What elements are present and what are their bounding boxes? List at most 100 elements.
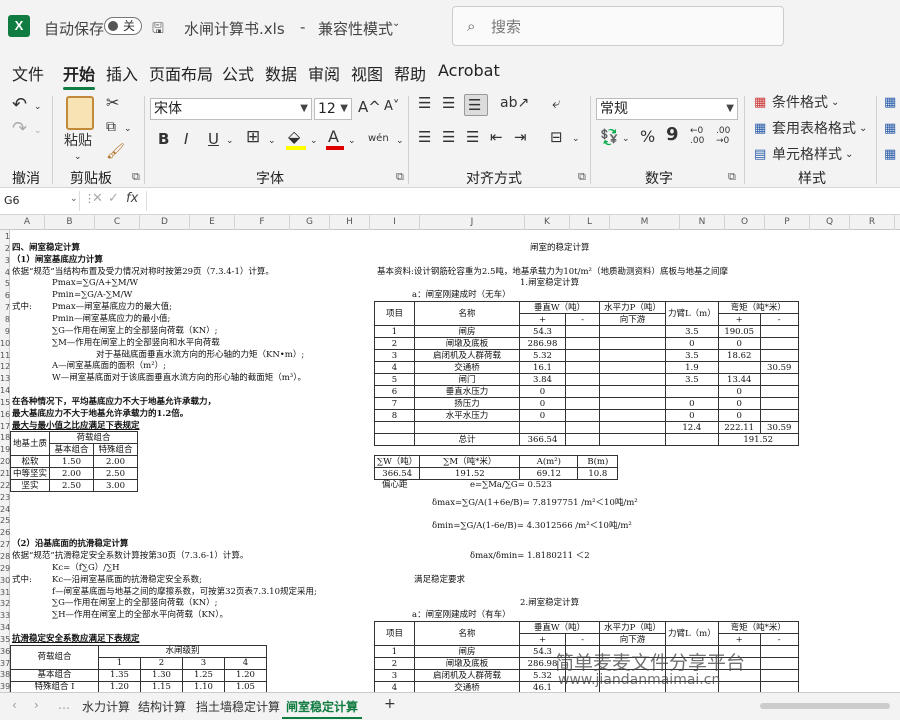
table-cell[interactable] xyxy=(759,681,799,692)
chevron-down-icon[interactable]: ⌄ xyxy=(845,146,853,164)
table-cell[interactable]: 1.30 xyxy=(140,668,183,682)
row-header-4[interactable]: 4 xyxy=(0,267,10,279)
table-header[interactable]: 垂直W（吨） xyxy=(519,621,600,635)
name-box[interactable]: G6 xyxy=(0,191,80,211)
row-header-29[interactable]: 29 xyxy=(0,563,10,575)
table-cell[interactable]: 启闭机及人群荷载 xyxy=(414,669,520,683)
table-cell[interactable]: 0 xyxy=(717,337,761,351)
currency-dropdown-icon[interactable]: ⌄ xyxy=(622,130,630,148)
table-cell[interactable]: 1.05 xyxy=(224,680,267,692)
table-cell[interactable]: 0 xyxy=(665,409,719,423)
table-header[interactable]: 名称 xyxy=(414,621,520,647)
add-sheet-button[interactable]: + xyxy=(384,696,396,712)
table-cell[interactable] xyxy=(565,373,600,387)
chevron-down-icon[interactable]: ⌄ xyxy=(831,94,839,112)
table-cell[interactable] xyxy=(759,409,799,423)
tab-view[interactable]: 视图 xyxy=(351,61,383,85)
table-cell[interactable]: 3 xyxy=(374,349,415,363)
save-icon[interactable]: 🖫 xyxy=(152,18,164,42)
table-cell[interactable]: 1.50 xyxy=(49,455,95,469)
table-cell[interactable]: 1.25 xyxy=(182,668,225,682)
table-header[interactable]: + xyxy=(717,633,761,647)
table-cell[interactable]: 69.12 xyxy=(519,467,579,481)
table-header[interactable]: - xyxy=(565,633,600,647)
table-cell[interactable]: 3.5 xyxy=(665,349,719,363)
column-header-J[interactable]: J xyxy=(420,215,525,230)
row-header-30[interactable]: 30 xyxy=(0,575,10,587)
table-cell[interactable]: 30.59 xyxy=(759,361,799,375)
table-cell[interactable] xyxy=(665,433,719,447)
column-header-L[interactable]: L xyxy=(570,215,610,230)
tab-next-icon[interactable]: › xyxy=(34,698,39,712)
column-header-M[interactable]: M xyxy=(610,215,680,230)
table-cell[interactable]: 6 xyxy=(374,385,415,399)
table-cell[interactable]: 8 xyxy=(374,409,415,423)
table-cell[interactable] xyxy=(599,421,666,435)
table-cell[interactable] xyxy=(599,433,666,447)
table-cell[interactable]: 1.35 xyxy=(98,668,141,682)
column-header-G[interactable]: G xyxy=(290,215,330,230)
decrease-indent-icon[interactable]: ⇤ xyxy=(490,128,503,146)
cell-styles-button[interactable]: 单元格样式 xyxy=(772,146,842,164)
table-cell[interactable] xyxy=(565,421,600,435)
table-cell[interactable] xyxy=(717,681,761,692)
row-header-2[interactable]: 2 xyxy=(0,243,10,255)
borders-dropdown-icon[interactable]: ⌄ xyxy=(268,132,276,150)
table-cell[interactable]: 7 xyxy=(374,397,415,411)
table-header[interactable]: 水闸级别 xyxy=(98,644,267,658)
table-cell[interactable]: 松软 xyxy=(9,455,51,469)
row-header-34[interactable]: 34 xyxy=(0,622,10,634)
table-cell[interactable]: 4 xyxy=(374,361,415,375)
table-cell[interactable] xyxy=(599,361,666,375)
align-left-icon[interactable]: ☰ xyxy=(418,128,431,146)
row-header-22[interactable]: 22 xyxy=(0,480,10,492)
row-header-6[interactable]: 6 xyxy=(0,290,10,302)
table-cell[interactable]: 3.00 xyxy=(93,479,139,493)
column-header-K[interactable]: K xyxy=(525,215,570,230)
row-header-9[interactable]: 9 xyxy=(0,326,10,338)
table-header[interactable]: 特殊组合 xyxy=(93,443,139,457)
row-header-1[interactable]: 1 xyxy=(0,231,10,243)
table-cell[interactable] xyxy=(759,349,799,363)
table-cell[interactable]: 交通桥 xyxy=(414,681,520,692)
table-cell[interactable]: 垂直水压力 xyxy=(414,385,520,399)
formula-input[interactable] xyxy=(146,191,900,211)
format-as-table-button[interactable]: 套用表格格式 xyxy=(772,120,856,138)
table-cell[interactable]: 闸墩及底板 xyxy=(414,337,520,351)
table-cell[interactable] xyxy=(414,421,520,435)
table-header[interactable]: 项目 xyxy=(374,621,415,647)
table-header[interactable]: 荷载组合 xyxy=(49,431,139,445)
table-cell[interactable]: 特殊组合 Ⅰ xyxy=(10,680,99,692)
table-cell[interactable] xyxy=(599,349,666,363)
sheet-tab-hydraulic[interactable]: 水力计算 xyxy=(82,698,130,715)
table-cell[interactable]: 2.00 xyxy=(93,455,139,469)
row-header-3[interactable]: 3 xyxy=(0,255,10,267)
table-cell[interactable] xyxy=(374,421,415,435)
row-header-20[interactable]: 20 xyxy=(0,456,10,468)
align-middle-icon[interactable]: ☰ xyxy=(442,94,455,112)
table-cell[interactable]: 水平水压力 xyxy=(414,409,520,423)
row-header-8[interactable]: 8 xyxy=(0,314,10,326)
table-header[interactable]: A(m²) xyxy=(519,455,579,469)
merge-center-icon[interactable]: ⊟ xyxy=(550,128,563,146)
table-header[interactable]: 垂直W（吨） xyxy=(519,301,600,315)
table-cell[interactable]: 扬压力 xyxy=(414,397,520,411)
column-header-R[interactable]: R xyxy=(850,215,895,230)
table-header[interactable]: 地基土质 xyxy=(9,431,51,457)
column-header-I[interactable]: I xyxy=(370,215,420,230)
row-header-7[interactable]: 7 xyxy=(0,302,10,314)
align-center-icon[interactable]: ☰ xyxy=(442,128,455,146)
table-cell[interactable] xyxy=(599,373,666,387)
italic-button[interactable]: I xyxy=(184,130,188,148)
underline-dropdown-icon[interactable]: ⌄ xyxy=(226,132,234,150)
table-cell[interactable]: 坚实 xyxy=(9,479,51,493)
undo-dropdown-icon[interactable]: ⌄ xyxy=(34,98,42,116)
table-header[interactable]: + xyxy=(519,633,566,647)
table-cell[interactable]: 4 xyxy=(374,681,415,692)
table-cell[interactable] xyxy=(565,349,600,363)
worksheet-grid[interactable]: ABCDEFGHIJKLMNOPQRS 12345678910111213141… xyxy=(0,215,900,692)
table-header[interactable]: ∑W（吨） xyxy=(373,455,421,469)
paste-icon[interactable] xyxy=(66,96,94,130)
row-header-24[interactable]: 24 xyxy=(0,504,10,516)
table-cell[interactable] xyxy=(665,385,719,399)
